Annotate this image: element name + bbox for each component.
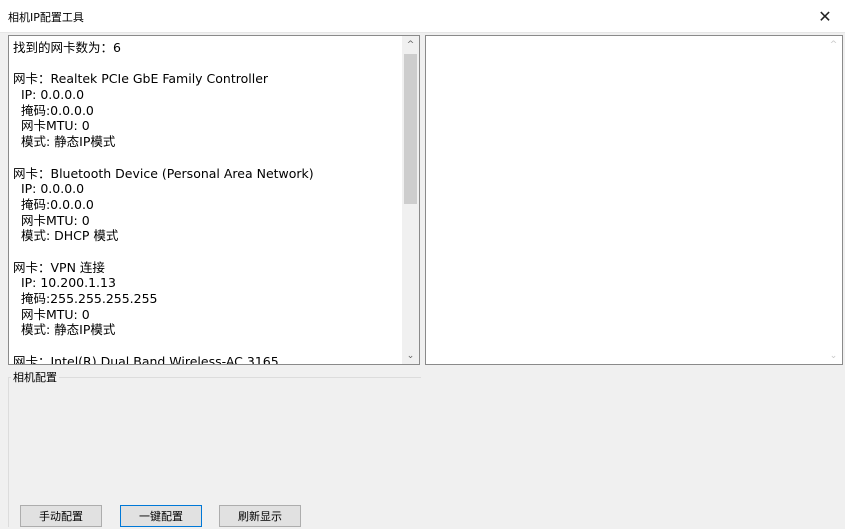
info-line: 掩码:255.255.255.255 [13,291,158,306]
info-line: IP: 0.0.0.0 [13,87,85,103]
manual-config-button[interactable]: 手动配置 [20,505,102,527]
info-line: 网卡MTU: 0 [13,306,90,322]
info-line: 模式: 静态IP模式 [13,134,116,150]
info-line: 掩码:0.0.0.0 [13,196,94,212]
title-bar[interactable]: 相机IP配置工具 ✕ [0,0,845,33]
info-line [13,244,401,260]
info-line: 网卡MTU: 0 [13,212,90,228]
one-key-config-button[interactable]: 一键配置 [120,505,202,527]
info-line: 掩码:0.0.0.0 [13,102,94,118]
scroll-down-arrow-icon: ⌄ [829,350,838,361]
log-textbox[interactable]: ^ ⌄ [425,35,843,365]
log-scrollbar: ^ ⌄ [825,36,842,364]
scroll-up-arrow-icon[interactable]: ^ [402,36,419,53]
close-icon: ✕ [818,6,832,26]
camera-config-group: 相机配置 [8,369,421,527]
adapter-info-scrollbar[interactable]: ^ ⌄ [402,36,419,364]
scroll-up-arrow-icon: ^ [829,39,838,50]
info-line [13,56,401,72]
info-line: 网卡：Bluetooth Device (Personal Area Netwo… [13,165,314,181]
group-label: 相机配置 [11,369,59,385]
info-line: 网卡：Realtek PCIe GbE Family Controller [13,71,269,87]
info-line: 找到的网卡数为：6 [13,40,121,55]
app-window: 相机IP配置工具 ✕ 找到的网卡数为：6 网卡：Realtek PCIe GbE … [0,0,845,529]
info-line: 模式: 静态IP模式 [13,322,116,338]
scroll-thumb[interactable] [404,54,417,204]
info-line [13,338,401,354]
adapter-info-text: 找到的网卡数为：6 网卡：Realtek PCIe GbE Family Cont… [13,40,401,365]
refresh-display-button[interactable]: 刷新显示 [219,505,301,527]
scroll-down-arrow-icon[interactable]: ⌄ [402,347,419,364]
info-line [13,150,401,166]
info-line: IP: 10.200.1.13 [13,275,116,291]
info-line: 网卡：VPN 连接 [13,259,105,275]
info-line: 网卡：Intel(R) Dual Band Wireless-AC 3165 [13,353,279,365]
info-line: 网卡MTU: 0 [13,118,90,134]
info-line: 模式: DHCP 模式 [13,228,119,244]
window-title: 相机IP配置工具 [8,11,84,24]
info-line: IP: 0.0.0.0 [13,181,85,197]
close-button[interactable]: ✕ [805,0,845,32]
adapter-info-textbox[interactable]: 找到的网卡数为：6 网卡：Realtek PCIe GbE Family Cont… [8,35,420,365]
